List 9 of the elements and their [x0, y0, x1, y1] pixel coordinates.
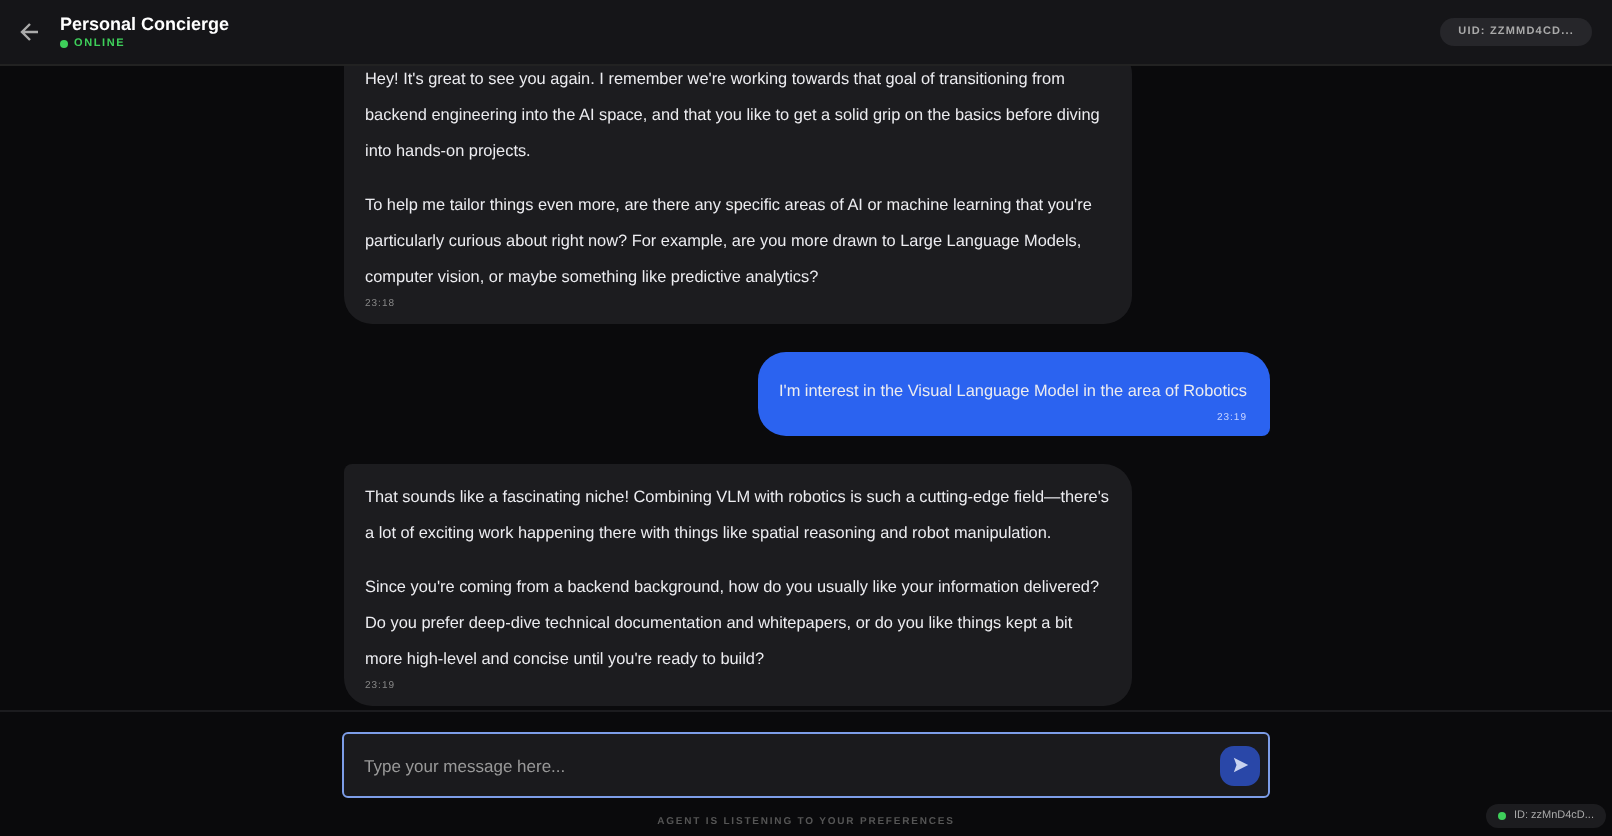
message-text: Since you're coming from a backend background, how do you usually like your information delivered? Do you prefer deep-dive technical documentation and whitepapers, or do you like things kept a bit more high-level and concise until you're ready to build? [365, 576, 1102, 672]
message-input[interactable]: Type your message here... [342, 732, 1270, 798]
send-icon [1231, 756, 1249, 774]
message-text: I'm interest in the Visual Language Model in the area of Robotics [779, 380, 1247, 404]
back-icon[interactable] [20, 22, 40, 42]
message-text: That sounds like a fascinating niche! Combining VLM with robotics is such a cutting-edge field—there's a lot of exciting work happening there with things like spatial reasoning and robot manipulation. [365, 486, 1109, 546]
message-text: Hey! It's great to see you again. I remember we're working towards that goal of transitioning from backend engineering into the AI space, and that you like to get a solid grip on the basics before diving into hands-on projects. [365, 68, 1102, 164]
message-text: To help me tailor things even more, are there any specific areas of AI or machine learning that you're particularly curious about right now? For example, are you more drawn to Large Language Models, computer vision, or maybe something like predictive analytics? [365, 194, 1094, 290]
chat-title: Personal Concierge [60, 14, 230, 34]
